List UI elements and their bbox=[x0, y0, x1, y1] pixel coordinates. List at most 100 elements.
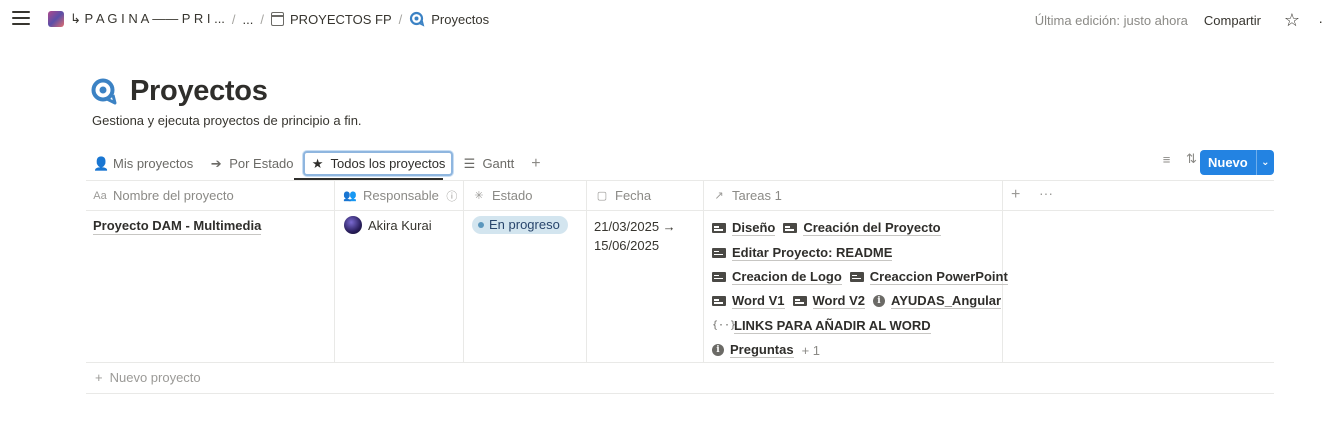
task-link[interactable]: Creacion de Logo bbox=[712, 269, 842, 285]
share-button[interactable]: Compartir bbox=[1198, 11, 1267, 30]
table-top-border bbox=[86, 180, 1274, 181]
header-bottom-border bbox=[86, 210, 1274, 211]
row-bottom-border bbox=[86, 362, 1274, 363]
column-header-tareas[interactable]: ↗ Tareas 1 bbox=[705, 180, 782, 211]
sort-icon[interactable]: ⇅ bbox=[1185, 151, 1198, 167]
column-divider bbox=[586, 180, 587, 362]
breadcrumb-label: Proyectos bbox=[431, 11, 490, 27]
star-icon: ★ bbox=[311, 155, 324, 171]
chevron-down-icon[interactable]: ⌄ bbox=[1255, 150, 1274, 175]
document-icon bbox=[783, 223, 798, 234]
new-row-button[interactable]: + Nuevo proyecto bbox=[95, 370, 201, 385]
project-name-cell[interactable]: Proyecto DAM - Multimedia bbox=[93, 218, 262, 235]
new-record-button[interactable]: Nuevo bbox=[1200, 155, 1256, 170]
tab-label: Por Estado bbox=[229, 156, 294, 171]
new-row-label: Nuevo proyecto bbox=[109, 370, 201, 385]
top-bar: ↳ P A G I N A —— P R I ... / ... / PROYE… bbox=[0, 0, 1333, 38]
task-link[interactable]: Creaccion PowerPoint bbox=[849, 269, 1008, 285]
column-divider bbox=[703, 180, 704, 362]
task-link[interactable]: i Preguntas bbox=[712, 342, 794, 359]
last-edit-text: Última edición: justo ahora bbox=[1034, 13, 1188, 28]
top-right-actions: Última edición: justo ahora Compartir ☆ … bbox=[1035, 10, 1323, 31]
tab-gantt[interactable]: ☰ Gantt bbox=[455, 151, 521, 176]
breadcrumb: ↳ P A G I N A —— P R I ... / ... / PROYE… bbox=[44, 10, 493, 28]
column-label: Nombre del proyecto bbox=[113, 188, 234, 203]
favorite-star-icon[interactable]: ☆ bbox=[1281, 10, 1303, 31]
breadcrumb-separator: / bbox=[398, 11, 403, 27]
avatar bbox=[344, 216, 362, 234]
menu-icon[interactable] bbox=[12, 11, 30, 27]
add-property-icon[interactable]: + bbox=[1011, 186, 1020, 204]
breadcrumb-label: PROYECTOS FP bbox=[290, 11, 392, 27]
text-property-icon: Aa bbox=[93, 189, 107, 202]
document-icon bbox=[712, 247, 726, 258]
calendar-icon: ▢ bbox=[596, 190, 608, 202]
arrow-circle-icon: ➔ bbox=[210, 155, 222, 171]
page-description: Gestiona y ejecuta proyectos de principi… bbox=[92, 113, 362, 128]
view-tabs: 👤 Mis proyectos ➔ Por Estado ★ Todos los… bbox=[86, 150, 549, 177]
task-link[interactable]: Editar Proyecto: README bbox=[712, 245, 893, 261]
page-image-icon bbox=[48, 11, 64, 27]
task-link[interactable]: {··} LINKS PARA AÑADIR AL WORD bbox=[712, 318, 931, 334]
date-end: 15/06/2025 bbox=[594, 238, 660, 253]
breadcrumb-separator: / bbox=[231, 11, 236, 27]
info-icon: ⓘ bbox=[446, 190, 458, 203]
column-header-estado[interactable]: ✳ Estado bbox=[465, 180, 532, 211]
tab-label: Todos los proyectos bbox=[330, 156, 446, 171]
column-label: Responsable bbox=[363, 188, 439, 203]
task-link[interactable]: Word V2 bbox=[792, 293, 865, 310]
document-icon bbox=[712, 296, 726, 307]
tab-label: Mis proyectos bbox=[113, 156, 194, 171]
column-divider bbox=[334, 180, 335, 362]
breadcrumb-label: ↳ P A G I N A —— P R I ... bbox=[70, 11, 225, 26]
project-icon bbox=[91, 78, 117, 104]
more-options-icon[interactable]: ··· bbox=[1039, 185, 1053, 201]
status-dot-icon bbox=[478, 222, 484, 228]
tab-por-estado[interactable]: ➔ Por Estado bbox=[202, 151, 300, 176]
breadcrumb-separator: / bbox=[260, 11, 265, 27]
breadcrumb-item-ellipsis[interactable]: ... bbox=[239, 11, 258, 28]
column-label: Fecha bbox=[615, 188, 652, 203]
task-link[interactable]: Diseño bbox=[712, 220, 776, 237]
status-badge[interactable]: En progreso bbox=[472, 216, 568, 234]
responsable-cell[interactable]: Akira Kurai bbox=[344, 216, 432, 234]
info-icon: i bbox=[712, 344, 724, 357]
task-link[interactable]: Creación del Proyecto bbox=[783, 220, 941, 237]
info-icon: i bbox=[873, 295, 885, 308]
column-header-fecha[interactable]: ▢ Fecha bbox=[588, 180, 651, 211]
column-label: Tareas 1 bbox=[732, 188, 782, 203]
breadcrumb-item-proyectos-fp[interactable]: PROYECTOS FP bbox=[267, 11, 396, 28]
more-tasks-count[interactable]: + 1 bbox=[802, 343, 820, 358]
status-label: En progreso bbox=[489, 217, 560, 232]
tab-todos-los-proyectos[interactable]: ★ Todos los proyectos bbox=[302, 151, 454, 176]
project-icon bbox=[410, 11, 425, 27]
filter-icon[interactable]: ≡ bbox=[1160, 152, 1173, 167]
relation-arrow-icon: ↗ bbox=[714, 190, 724, 202]
date-start: 21/03/2025 → bbox=[594, 219, 676, 234]
column-header-responsable[interactable]: 👥 Responsable ⓘ bbox=[336, 180, 459, 211]
column-divider bbox=[463, 180, 464, 362]
status-icon: ✳ bbox=[474, 190, 484, 202]
page-title: Proyectos bbox=[130, 75, 268, 107]
task-link[interactable]: i AYUDAS_Angular bbox=[873, 293, 1002, 310]
person-icon: 👤 bbox=[93, 155, 110, 171]
page-header: Proyectos bbox=[90, 75, 268, 108]
date-cell[interactable]: 21/03/2025 → 15/06/2025 bbox=[594, 217, 676, 255]
breadcrumb-item-pagina[interactable]: ↳ P A G I N A —— P R I ... bbox=[44, 10, 229, 28]
tab-mis-proyectos[interactable]: 👤 Mis proyectos bbox=[86, 151, 200, 176]
table-bottom-border bbox=[86, 393, 1274, 394]
task-link[interactable]: Word V1 bbox=[712, 293, 785, 310]
breadcrumb-item-proyectos[interactable]: Proyectos bbox=[405, 10, 493, 28]
calendar-icon bbox=[271, 12, 285, 26]
column-label: Estado bbox=[492, 188, 533, 203]
add-view-icon[interactable]: + bbox=[523, 155, 548, 173]
code-braces-icon: {··} bbox=[712, 319, 737, 331]
column-header-nombre[interactable]: Aa Nombre del proyecto bbox=[86, 180, 234, 211]
more-options-icon[interactable]: · bbox=[1311, 13, 1323, 29]
tasks-cell: Diseño Creación del Proyecto Editar Proy… bbox=[712, 216, 1008, 362]
document-icon bbox=[712, 271, 726, 282]
gantt-icon: ☰ bbox=[463, 155, 476, 171]
new-button: Nuevo ⌄ bbox=[1200, 150, 1274, 175]
responsable-name: Akira Kurai bbox=[368, 217, 432, 233]
document-icon bbox=[849, 271, 864, 282]
